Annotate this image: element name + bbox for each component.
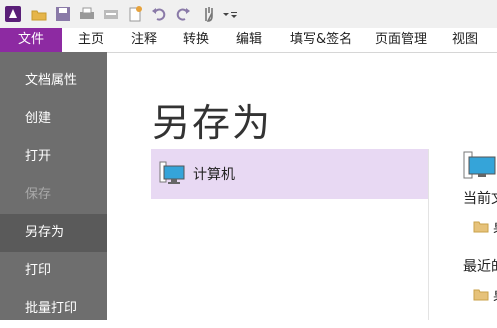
current-folder-heading: 当前文 bbox=[463, 191, 497, 207]
recent-folders-heading: 最近的 bbox=[463, 259, 497, 275]
customize-toolbar-icon[interactable] bbox=[230, 5, 238, 23]
hand-tool-icon[interactable] bbox=[200, 5, 218, 23]
folder-icon bbox=[473, 221, 489, 233]
tab-convert[interactable]: 转换 bbox=[183, 28, 209, 52]
tab-file[interactable]: 文件 bbox=[0, 28, 62, 52]
tab-comment[interactable]: 注释 bbox=[131, 28, 157, 52]
nav-create[interactable]: 创建 bbox=[0, 100, 107, 138]
save-icon[interactable] bbox=[54, 5, 72, 23]
redo-icon[interactable] bbox=[174, 5, 192, 23]
tab-fill-sign[interactable]: 填写&签名 bbox=[290, 28, 352, 52]
backstage-nav: 文档属性 创建 打开 保存 另存为 打印 批量打印 bbox=[0, 52, 107, 320]
recent-folder-item[interactable]: 桌 bbox=[493, 285, 497, 305]
new-document-icon[interactable] bbox=[126, 5, 144, 23]
nav-batch-print[interactable]: 批量打印 bbox=[0, 290, 107, 328]
location-computer[interactable]: 计算机 bbox=[151, 149, 428, 199]
nav-save: 保存 bbox=[25, 187, 52, 202]
open-folder-icon[interactable] bbox=[30, 5, 48, 23]
recent-folders-panel: 当前文 桌 最近的 桌 bbox=[429, 140, 497, 320]
current-folder-item[interactable]: 桌 bbox=[493, 217, 497, 237]
chevron-down-icon[interactable] bbox=[222, 5, 230, 23]
nav-document-properties[interactable]: 文档属性 bbox=[0, 62, 107, 100]
ribbon-tab-bar: 文件 主页 注释 转换 编辑 填写&签名 页面管理 视图 bbox=[0, 28, 497, 53]
tab-edit[interactable]: 编辑 bbox=[236, 28, 262, 52]
computer-icon bbox=[159, 161, 185, 184]
quick-access-toolbar bbox=[0, 0, 497, 29]
print-icon[interactable] bbox=[78, 5, 96, 23]
tab-home[interactable]: 主页 bbox=[78, 28, 104, 52]
scan-icon[interactable] bbox=[102, 5, 120, 23]
nav-open[interactable]: 打开 bbox=[0, 138, 107, 176]
tab-page-management[interactable]: 页面管理 bbox=[375, 28, 427, 52]
page-title: 另存为 bbox=[152, 101, 273, 145]
computer-large-icon bbox=[463, 151, 496, 179]
location-label: 计算机 bbox=[193, 167, 235, 183]
folder-icon bbox=[473, 289, 489, 301]
nav-save-as[interactable]: 另存为 bbox=[0, 214, 107, 252]
nav-print[interactable]: 打印 bbox=[0, 252, 107, 290]
tab-view[interactable]: 视图 bbox=[452, 28, 478, 52]
app-logo-icon bbox=[5, 6, 21, 22]
undo-icon[interactable] bbox=[150, 5, 168, 23]
